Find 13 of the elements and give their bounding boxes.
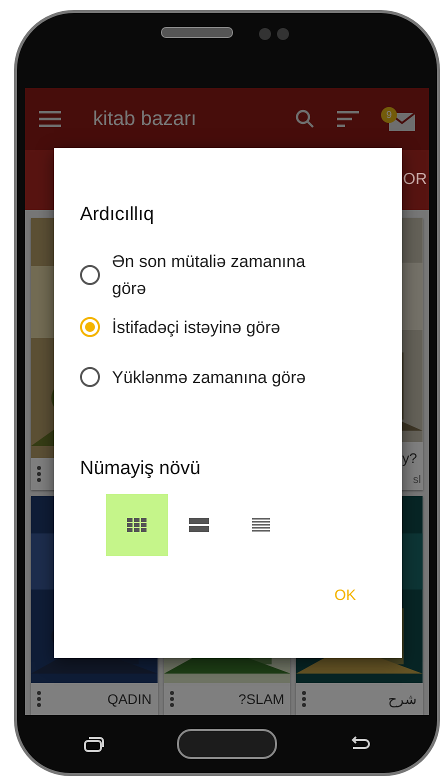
notification-badge: 9	[381, 107, 397, 123]
tab[interactable]: OR	[403, 171, 427, 189]
book-title: شرح	[388, 691, 417, 707]
dialog-title: Ardıcıllıq	[80, 204, 155, 226]
book-subtitle: sl	[413, 474, 421, 486]
book-title: y?	[402, 450, 417, 466]
book-title: QADIN	[107, 691, 152, 707]
sort-option[interactable]: Yüklənmə zamanına görə	[80, 352, 376, 402]
book-title: ?SLAM	[238, 691, 284, 707]
section-title: Nümayiş növü	[80, 458, 202, 480]
sort-option[interactable]: Ən son mütaliə zamanına görə	[80, 248, 376, 302]
sort-option[interactable]: İstifadəçi istəyinə görə	[80, 302, 376, 352]
app-title: kitab bazarı	[93, 108, 198, 130]
